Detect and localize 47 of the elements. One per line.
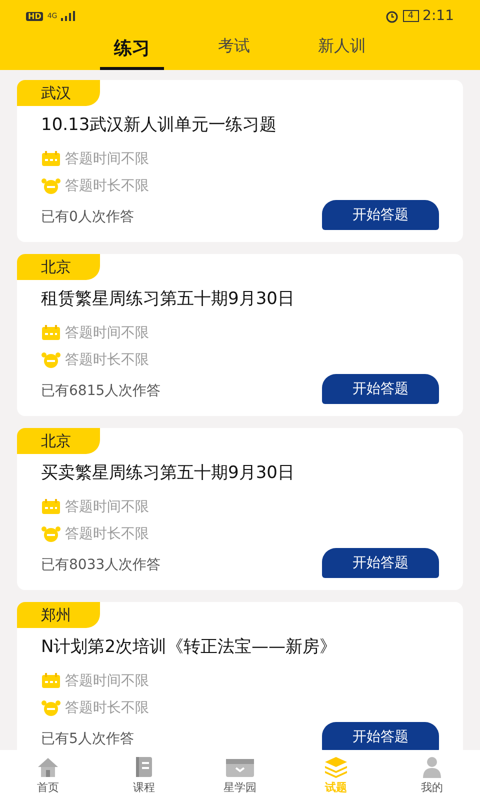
exercise-title[interactable]: 买卖繁星周练习第五十期9月30日: [41, 463, 439, 483]
time-limit-text: 答题时间不限: [65, 324, 149, 342]
calendar-icon: [41, 498, 61, 514]
start-button[interactable]: 开始答题: [322, 374, 439, 404]
calendar-icon: [41, 150, 61, 166]
person-icon: [420, 756, 444, 778]
alarm-clock-icon: [41, 700, 61, 716]
tab[interactable]: 考试: [204, 32, 264, 70]
nav-item[interactable]: 星学园: [205, 756, 275, 794]
alarm-clock-icon: [41, 526, 61, 542]
city-tag: 北京: [17, 428, 100, 454]
start-button[interactable]: 开始答题: [322, 548, 439, 578]
alarm-clock-icon: [41, 178, 61, 194]
time-limit-text: 答题时间不限: [65, 498, 149, 516]
calendar-icon: [41, 672, 61, 688]
answer-count: 已有6815人次作答: [41, 382, 161, 401]
nav-item[interactable]: 我的: [397, 756, 467, 794]
alarm-clock-icon: [41, 352, 61, 368]
clock-time: 2:11: [422, 8, 454, 24]
city-tag: 北京: [17, 254, 100, 280]
nav-item[interactable]: 课程: [109, 756, 179, 794]
signal-icon: [61, 11, 76, 21]
duration-limit-text: 答题时长不限: [65, 524, 149, 542]
alarm-icon: [384, 9, 399, 23]
duration-limit-text: 答题时长不限: [65, 698, 149, 716]
layers-icon: [324, 756, 348, 778]
calendar-icon: [41, 324, 61, 340]
exercise-title[interactable]: 10.13武汉新人训单元一练习题: [41, 115, 439, 135]
tab[interactable]: 新人训: [304, 32, 380, 70]
nav-item[interactable]: 首页: [13, 756, 83, 794]
start-button[interactable]: 开始答题: [322, 722, 439, 750]
exercise-title[interactable]: 租赁繁星周练习第五十期9月30日: [41, 289, 439, 309]
answer-count: 已有5人次作答: [41, 730, 134, 749]
city-tag: 郑州: [17, 602, 100, 628]
tab[interactable]: 练习: [100, 32, 164, 70]
answer-count: 已有0人次作答: [41, 208, 134, 227]
battery-icon: 4: [402, 10, 419, 22]
city-tag: 武汉: [17, 80, 100, 106]
time-limit-text: 答题时间不限: [65, 150, 149, 168]
time-limit-text: 答题时间不限: [65, 672, 149, 690]
home-icon: [36, 756, 60, 778]
answer-count: 已有8033人次作答: [41, 556, 161, 575]
duration-limit-text: 答题时长不限: [65, 176, 149, 194]
start-button[interactable]: 开始答题: [322, 200, 439, 230]
hd-icon: HD: [26, 12, 44, 20]
exercise-title[interactable]: N计划第2次培训《转正法宝——新房》: [41, 637, 439, 657]
duration-limit-text: 答题时长不限: [65, 350, 149, 368]
